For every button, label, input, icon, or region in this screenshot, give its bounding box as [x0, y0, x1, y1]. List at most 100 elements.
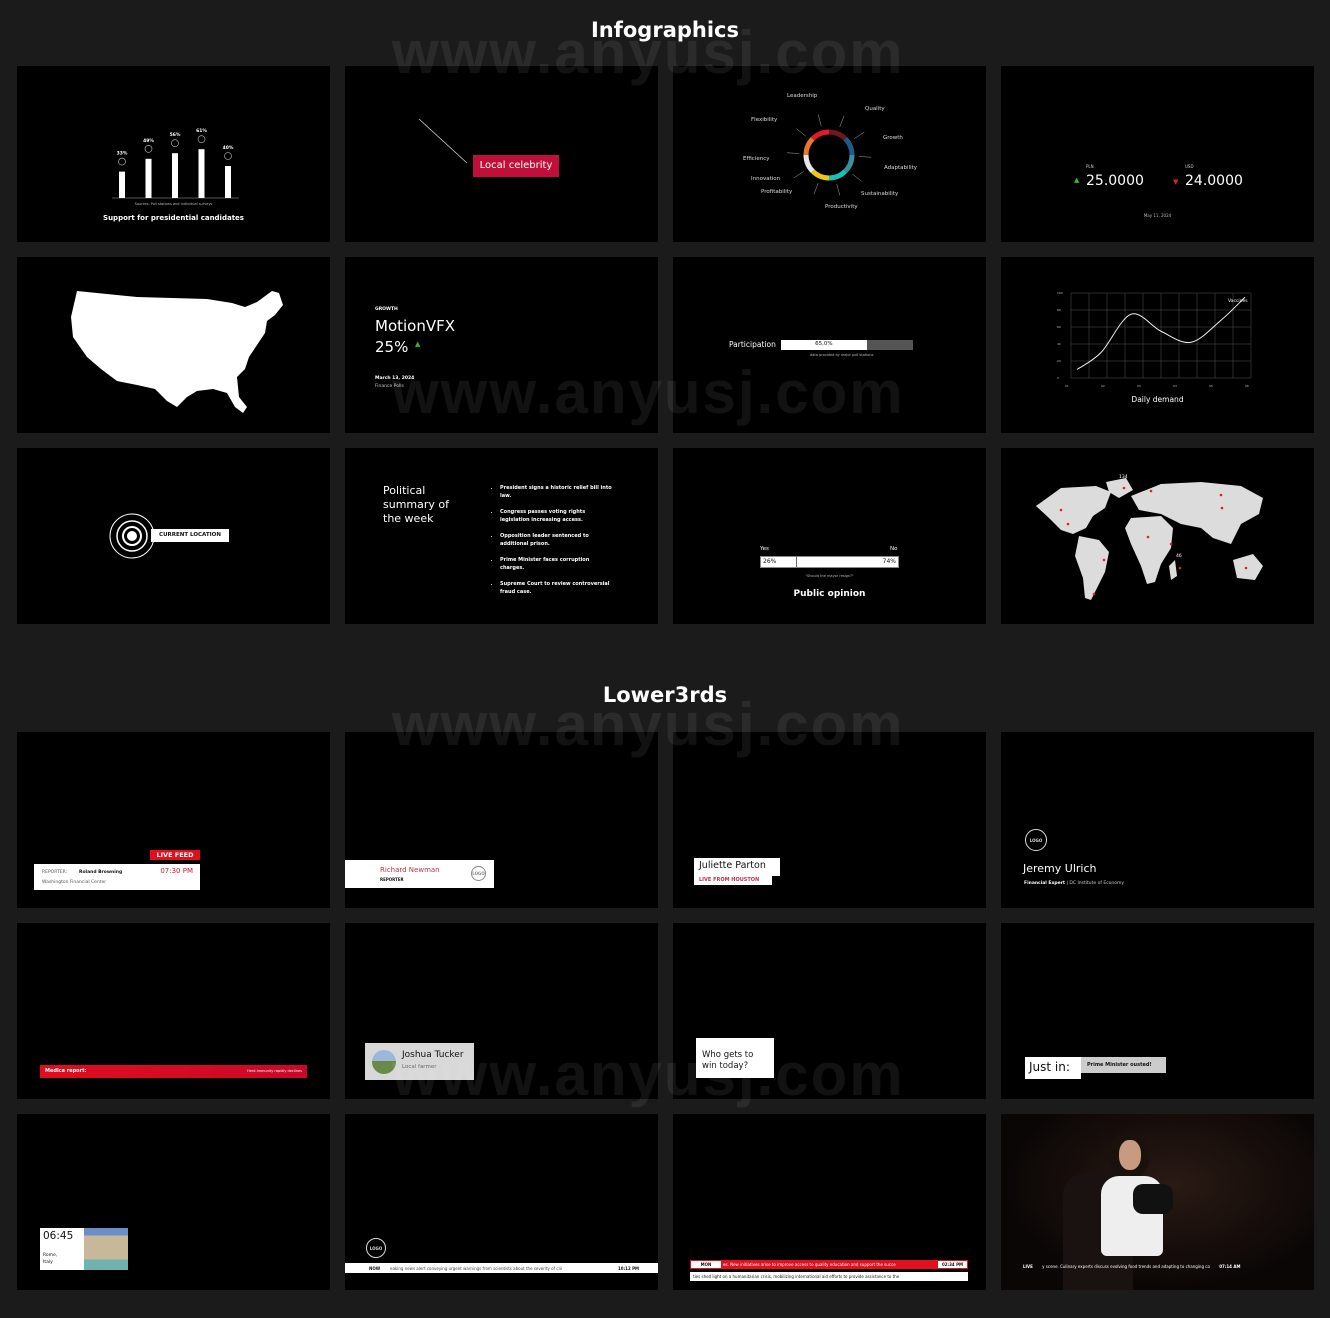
y-tick-label: 80: [1057, 308, 1061, 312]
y-tick-label: 60: [1057, 325, 1061, 329]
donut-label: Adaptability: [884, 165, 918, 171]
arrow-up-icon: ▲: [415, 340, 421, 348]
live-ticker-tile[interactable]: LIVE y scene. Culinary experts discuss e…: [1001, 1114, 1314, 1290]
person-name: Jeremy Ulrich: [1023, 862, 1097, 875]
growth-tile[interactable]: GROWTH MotionVFX 25% ▲ March 13, 2024 Fi…: [345, 257, 658, 433]
logo-icon: LOGO: [471, 866, 486, 881]
donut-segment: [828, 169, 848, 181]
parton-tile[interactable]: Juliette Parton LIVE FROM HOUSTON: [673, 732, 986, 908]
ticker-bar: NOW eaking news alert conveying urgent w…: [345, 1263, 658, 1273]
y-tick-label: 40: [1057, 342, 1061, 346]
tucker-tile[interactable]: Joshua Tucker Local farmer: [345, 923, 658, 1099]
name-card: Joshua Tucker Local farmer: [365, 1043, 474, 1080]
donut-segment: [810, 129, 830, 141]
bar: [172, 153, 178, 198]
donut-label: Growth: [883, 135, 903, 141]
leader-line: [796, 128, 806, 137]
leader-line: [817, 114, 822, 127]
medica-tile[interactable]: Medica report: Herd immunity rapidly dec…: [17, 923, 330, 1099]
donut-label: Efficiency: [743, 156, 770, 162]
y-tick-label: 0: [1057, 376, 1059, 380]
political-summary-tile[interactable]: Political summary of the week President …: [345, 448, 658, 624]
report-text: Herd immunity rapidly declines: [247, 1069, 302, 1073]
person-subtitle: LIVE FROM HOUSTON: [694, 875, 772, 885]
person-role: REPORTER: [380, 877, 404, 882]
ticker-tag: LIVE: [1023, 1264, 1033, 1269]
public-opinion-tile[interactable]: Yes No 26% 74% "Should the mayor resign?…: [673, 448, 986, 624]
chart-title: Support for presidential candidates: [103, 214, 244, 222]
ticker-time: 07:14 AM: [1219, 1264, 1241, 1269]
no-label: No: [890, 546, 898, 552]
bar-chart-tile[interactable]: 33% 49% 56% 61% 40% Sources: Poll stations a…: [17, 66, 330, 242]
summary-item: Congress passes voting rights legislatio…: [500, 509, 615, 524]
clock-tile[interactable]: 06:45 Rome, Italy: [17, 1114, 330, 1290]
summary-title: Political summary of the week: [383, 484, 450, 525]
question-tile[interactable]: Who gets to win today?: [673, 923, 986, 1099]
summary-item: President signs a historic relief bill i…: [500, 485, 615, 500]
vest: [1133, 1184, 1173, 1214]
summary-item: Prime Minister faces corruption charges.: [500, 557, 615, 572]
participation-note: data provided by major poll stations: [810, 353, 874, 357]
ticker-tag: MON: [691, 1261, 721, 1268]
y-tick-label: 100: [1057, 291, 1063, 295]
mon-ticker-tile[interactable]: MON es. New initiatives arise to improve…: [673, 1114, 986, 1290]
participation-label: Participation: [729, 340, 776, 349]
section-title-lower3rds: Lower3rds: [602, 683, 728, 707]
ticker-text: es. New initiatives arise to improve acc…: [723, 1262, 896, 1267]
ulrich-tile[interactable]: LOGO Jeremy Ulrich Financial Expert | DC…: [1001, 732, 1314, 908]
us-map-tile[interactable]: [17, 257, 330, 433]
currency-value: 25.0000: [1086, 173, 1144, 189]
world-map: [1036, 478, 1263, 600]
person-name: Joshua Tucker: [402, 1050, 464, 1060]
arrow-up-icon: ▲: [1074, 176, 1080, 184]
map-value: 134: [1119, 475, 1128, 480]
now-ticker-tile[interactable]: LOGO NOW eaking news alert conveying urg…: [345, 1114, 658, 1290]
newman-tile[interactable]: Richard Newman REPORTER LOGO: [345, 732, 658, 908]
location-tile[interactable]: CURRENT LOCATION: [17, 448, 330, 624]
growth-value: 25%: [375, 338, 409, 356]
bar: [198, 149, 205, 198]
person-role: Financial Expert: [1024, 881, 1066, 886]
section-title-infographics: Infographics: [590, 18, 739, 42]
us-map: [71, 291, 283, 413]
person-org: | DC Institute of Economy: [1066, 881, 1125, 886]
leader-line: [852, 173, 862, 182]
currency-tile[interactable]: PLN ▲ 25.0000 USD ▼ 24.0000 May 11, 2024: [1001, 66, 1314, 242]
donut-segment: [810, 169, 830, 181]
chart-source: Sources: Poll stations and individual su…: [134, 202, 213, 206]
currency-value: 24.0000: [1185, 173, 1243, 189]
ticker-bar: LIVE y scene. Culinary experts discuss e…: [1023, 1264, 1240, 1269]
world-map-tile[interactable]: 134 46: [1001, 448, 1314, 624]
bar-label: 49%: [143, 138, 154, 144]
participation-tile[interactable]: Participation 65,0% data provided by maj…: [673, 257, 986, 433]
clock-card: 06:45 Rome, Italy: [40, 1228, 128, 1270]
no-value: 74%: [882, 558, 896, 565]
line-chart: 0 20 40 60 80 100 01 02 03 04 05 06: [1057, 291, 1252, 388]
growth-kicker: GROWTH: [375, 307, 398, 312]
avatar: [372, 1050, 396, 1074]
callout-tile[interactable]: Local celebrity: [345, 66, 658, 242]
leader-line: [793, 171, 804, 179]
bar-label: 56%: [170, 132, 181, 138]
ticker-time: 10:12 PM: [618, 1266, 640, 1271]
place: Washington Financial Center: [42, 880, 107, 885]
x-tick-label: 01: [1065, 384, 1069, 388]
live-feed-tile[interactable]: LIVE FEED REPORTER: Roland Browning 07:3…: [17, 732, 330, 908]
just-in-tile[interactable]: Just in: Prime Minister ousted!: [1001, 923, 1314, 1099]
ticker-text: eaking news alert conveying urgent warni…: [390, 1266, 563, 1271]
line-chart-tile[interactable]: 0 20 40 60 80 100 01 02 03 04 05 06 Vaccines Daily …: [1001, 257, 1314, 433]
ticker-text: y scene. Culinary experts discuss evolvi…: [1042, 1264, 1210, 1269]
bar: [225, 166, 231, 198]
x-tick-label: 06: [1245, 384, 1249, 388]
leader-line: [839, 115, 845, 128]
currency-date: May 11, 2024: [1143, 213, 1172, 218]
donut-label: Quality: [865, 106, 885, 112]
arrow-down-icon: ▼: [1173, 178, 1179, 186]
bar-icon: [197, 135, 206, 143]
donut-tile[interactable]: Leadership Quality Flexibility Growth Ef…: [673, 66, 986, 242]
question-card: Who gets to win today?: [696, 1038, 774, 1078]
growth-date: March 13, 2024: [375, 376, 415, 381]
opinion-bar: 26% 74%: [760, 556, 899, 568]
bar-icon: [224, 152, 232, 160]
ticker-text-secondary: ties shed light on a humanitarian crisis…: [690, 1272, 968, 1281]
